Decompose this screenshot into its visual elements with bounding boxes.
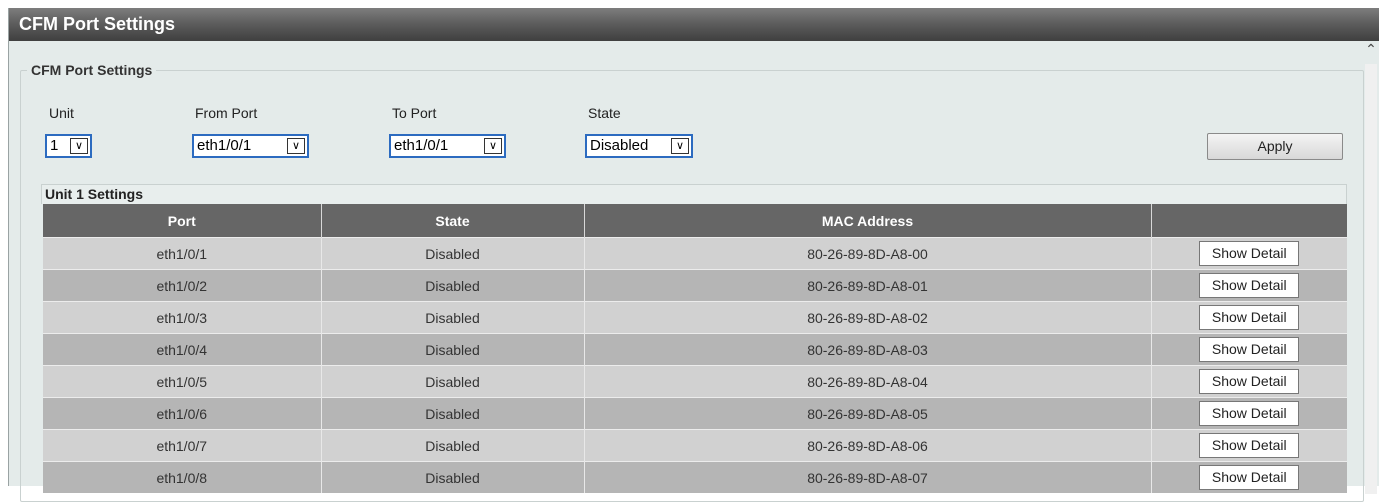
table-header-row: Port State MAC Address	[43, 204, 1347, 238]
group-legend: CFM Port Settings	[31, 62, 153, 78]
column-header-state: State	[321, 204, 585, 238]
from-port-select[interactable]: eth1/0/1 ∨	[192, 134, 309, 158]
state-cell: Disabled	[321, 365, 585, 398]
unit-select[interactable]: 1 ∨	[45, 134, 92, 158]
action-cell: Show Detail	[1151, 397, 1347, 430]
port-cell: eth1/0/8	[43, 461, 322, 493]
state-cell: Disabled	[321, 269, 585, 302]
show-detail-button[interactable]: Show Detail	[1199, 465, 1300, 490]
state-select[interactable]: Disabled ∨	[585, 134, 693, 158]
action-cell: Show Detail	[1151, 461, 1347, 493]
state-cell: Disabled	[321, 301, 585, 334]
action-cell: Show Detail	[1151, 365, 1347, 398]
show-detail-button[interactable]: Show Detail	[1199, 305, 1300, 330]
chevron-down-icon: ∨	[287, 138, 305, 154]
state-cell: Disabled	[321, 461, 585, 493]
table-row: eth1/0/1 Disabled 80-26-89-8D-A8-00 Show…	[43, 237, 1347, 270]
port-cell: eth1/0/7	[43, 429, 322, 462]
action-cell: Show Detail	[1151, 333, 1347, 366]
unit-select-value: 1	[50, 137, 59, 154]
column-header-port: Port	[43, 204, 322, 238]
chevron-down-icon: ∨	[70, 138, 88, 154]
state-label: State	[588, 105, 621, 121]
unit-label: Unit	[49, 105, 74, 121]
page-title: CFM Port Settings	[9, 8, 1379, 41]
state-select-value: Disabled	[590, 137, 649, 154]
show-detail-button[interactable]: Show Detail	[1199, 273, 1300, 298]
table-row: eth1/0/3 Disabled 80-26-89-8D-A8-02 Show…	[43, 301, 1347, 334]
port-cell: eth1/0/4	[43, 333, 322, 366]
state-cell: Disabled	[321, 237, 585, 270]
apply-button[interactable]: Apply	[1207, 133, 1343, 160]
mac-address-cell: 80-26-89-8D-A8-07	[584, 461, 1152, 493]
mac-address-cell: 80-26-89-8D-A8-01	[584, 269, 1152, 302]
port-cell: eth1/0/2	[43, 269, 322, 302]
show-detail-button[interactable]: Show Detail	[1199, 433, 1300, 458]
table-row: eth1/0/4 Disabled 80-26-89-8D-A8-03 Show…	[43, 333, 1347, 366]
column-header-mac-address: MAC Address	[584, 204, 1152, 238]
mac-address-cell: 80-26-89-8D-A8-04	[584, 365, 1152, 398]
state-cell: Disabled	[321, 397, 585, 430]
port-table: Port State MAC Address eth1/0/1 Disabled…	[43, 204, 1347, 493]
mac-address-cell: 80-26-89-8D-A8-05	[584, 397, 1152, 430]
mac-address-cell: 80-26-89-8D-A8-03	[584, 333, 1152, 366]
action-cell: Show Detail	[1151, 269, 1347, 302]
show-detail-button[interactable]: Show Detail	[1199, 369, 1300, 394]
to-port-select-value: eth1/0/1	[394, 137, 449, 154]
mac-address-cell: 80-26-89-8D-A8-02	[584, 301, 1152, 334]
from-port-select-value: eth1/0/1	[197, 137, 252, 154]
unit-settings-title: Unit 1 Settings	[41, 184, 1347, 204]
to-port-select[interactable]: eth1/0/1 ∨	[389, 134, 506, 158]
table-row: eth1/0/6 Disabled 80-26-89-8D-A8-05 Show…	[43, 397, 1347, 430]
mac-address-cell: 80-26-89-8D-A8-06	[584, 429, 1152, 462]
action-cell: Show Detail	[1151, 429, 1347, 462]
chevron-down-icon: ∨	[484, 138, 502, 154]
column-header-action	[1151, 204, 1347, 238]
port-cell: eth1/0/1	[43, 237, 322, 270]
show-detail-button[interactable]: Show Detail	[1199, 241, 1300, 266]
table-row: eth1/0/5 Disabled 80-26-89-8D-A8-04 Show…	[43, 365, 1347, 398]
chevron-down-icon: ∨	[671, 138, 689, 154]
action-cell: Show Detail	[1151, 301, 1347, 334]
table-row: eth1/0/7 Disabled 80-26-89-8D-A8-06 Show…	[43, 429, 1347, 462]
table-row: eth1/0/2 Disabled 80-26-89-8D-A8-01 Show…	[43, 269, 1347, 302]
show-detail-button[interactable]: Show Detail	[1199, 337, 1300, 362]
port-cell: eth1/0/6	[43, 397, 322, 430]
action-cell: Show Detail	[1151, 237, 1347, 270]
from-port-label: From Port	[195, 105, 258, 121]
scrollbar[interactable]	[1365, 64, 1377, 494]
port-cell: eth1/0/5	[43, 365, 322, 398]
port-cell: eth1/0/3	[43, 301, 322, 334]
table-row: eth1/0/8 Disabled 80-26-89-8D-A8-07 Show…	[43, 461, 1347, 493]
show-detail-button[interactable]: Show Detail	[1199, 401, 1300, 426]
state-cell: Disabled	[321, 333, 585, 366]
content-frame: CFM Port Settings ⌃ CFM Port Settings Un…	[8, 8, 1379, 502]
state-cell: Disabled	[321, 429, 585, 462]
mac-address-cell: 80-26-89-8D-A8-00	[584, 237, 1152, 270]
to-port-label: To Port	[392, 105, 437, 121]
scroll-up-icon[interactable]: ⌃	[1363, 38, 1379, 60]
